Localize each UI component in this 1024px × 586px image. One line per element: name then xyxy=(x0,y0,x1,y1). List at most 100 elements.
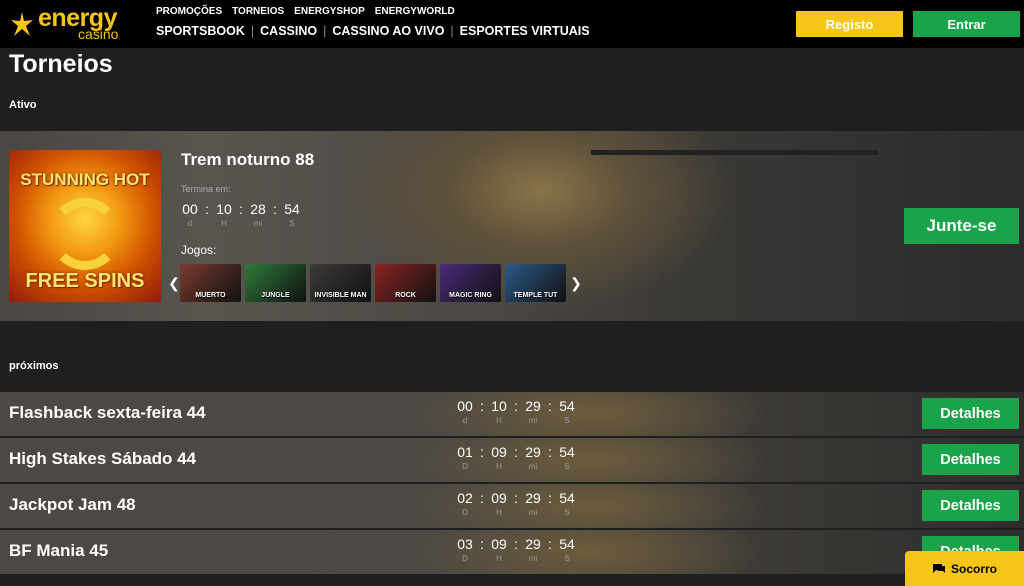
game-tile[interactable]: TEMPLE TUT xyxy=(505,264,566,302)
tournament-name: Trem noturno 88 xyxy=(181,150,315,169)
game-tile[interactable]: MAGIC RING xyxy=(440,264,501,302)
timer-hours-unit: H xyxy=(221,219,227,228)
upcoming-tournament-row: High Stakes Sábado 44 01 D:09 H:29 mi:54 S Det… xyxy=(0,438,1024,482)
timer-colon: : xyxy=(514,444,518,460)
details-button[interactable]: Detalhes xyxy=(922,490,1019,521)
thumbnail-ring-graphic xyxy=(49,198,121,270)
timer-hours-value: 10 xyxy=(491,398,507,414)
timer-days-value: 00 xyxy=(182,201,198,217)
thumbnail-subtitle: FREE SPINS xyxy=(25,270,145,292)
timer-seconds-unit: S xyxy=(564,416,570,425)
carousel-next-icon[interactable]: ❯ xyxy=(570,275,582,292)
timer-days: 00 d xyxy=(177,201,203,228)
timer-colon: : xyxy=(514,490,518,506)
timer-seconds-value: 54 xyxy=(559,444,575,460)
timer-hours: 10 H xyxy=(211,201,237,228)
timer-minutes-value: 29 xyxy=(525,490,541,506)
timer-hours-unit: H xyxy=(496,554,502,563)
timer-days-unit: D xyxy=(462,554,468,563)
timer-minutes: 29 mi xyxy=(520,536,546,563)
upcoming-tournament-row: Jackpot Jam 48 02 D:09 H:29 mi:54 S Detalhes xyxy=(0,484,1024,528)
details-button[interactable]: Detalhes xyxy=(922,398,1019,429)
timer-days-unit: D xyxy=(462,462,468,471)
countdown-timer: 02 D:09 H:29 mi:54 S xyxy=(452,490,580,517)
timer-days: 02 D xyxy=(452,490,478,517)
timer-colon: : xyxy=(548,490,552,506)
page-title: Torneios xyxy=(9,50,113,78)
nav-torneios[interactable]: TORNEIOS xyxy=(232,6,284,17)
game-tile-label: MUERTO xyxy=(195,292,226,299)
game-tile[interactable]: ROCK xyxy=(375,264,436,302)
game-tile-label: ROCK xyxy=(395,292,416,299)
game-tile-label: TEMPLE TUT xyxy=(513,292,558,299)
upcoming-tournament-name: High Stakes Sábado 44 xyxy=(9,449,197,468)
timer-days-unit: D xyxy=(462,508,468,517)
timer-seconds-unit: S xyxy=(564,554,570,563)
join-button[interactable]: Junte-se xyxy=(904,208,1019,244)
game-tile[interactable]: JUNGLE xyxy=(245,264,306,302)
timer-days-value: 00 xyxy=(457,398,473,414)
timer-colon: : xyxy=(205,201,209,217)
timer-hours: 09 H xyxy=(486,444,512,471)
game-tile[interactable]: INVISIBLE MAN xyxy=(310,264,371,302)
timer-days-value: 03 xyxy=(457,536,473,552)
upcoming-tournament-name: BF Mania 45 xyxy=(9,541,109,560)
timer-colon: : xyxy=(239,201,243,217)
register-button[interactable]: Registo xyxy=(796,11,903,37)
timer-days-unit: d xyxy=(462,416,468,425)
countdown-timer: 00 d:10 H:29 mi:54 S xyxy=(452,398,580,425)
help-button[interactable]: Socorro xyxy=(905,551,1024,586)
timer-hours-value: 09 xyxy=(491,444,507,460)
timer-seconds: 54 S xyxy=(279,201,305,228)
chat-icon xyxy=(932,563,945,573)
energy-casino-logo[interactable]: energy casino xyxy=(8,4,148,42)
timer-seconds-value: 54 xyxy=(284,201,300,217)
nav-energyworld[interactable]: ENERGYWORLD xyxy=(375,6,455,17)
timer-hours-value: 09 xyxy=(491,536,507,552)
timer-colon: : xyxy=(480,490,484,506)
upcoming-tournament-row: BF Mania 4503D:09H:29mi:54SDetalhes xyxy=(0,530,1024,574)
logo-star-icon xyxy=(11,12,33,36)
timer-days: 03 D xyxy=(452,536,478,563)
secondary-nav: SPORTSBOOK | CASSINO | CASSINO AO VIVO | ES… xyxy=(156,24,590,38)
timer-seconds-value: 54 xyxy=(559,536,575,552)
nav-cassino[interactable]: CASSINO xyxy=(260,24,317,38)
game-tile-label: MAGIC RING xyxy=(449,292,492,299)
upcoming-tournament-row: Flashback sexta-feira 44 00 d:10 H:29 mi:54 S… xyxy=(0,392,1024,436)
timer-minutes: 29 mi xyxy=(520,490,546,517)
login-button[interactable]: Entrar xyxy=(913,11,1020,37)
tournament-game-thumbnail[interactable]: STUNNING HOT FREE SPINS xyxy=(9,150,161,302)
carousel-prev-icon[interactable]: ❮ xyxy=(168,275,180,292)
nav-separator: | xyxy=(323,24,327,38)
games-label: Jogos: xyxy=(181,243,217,257)
timer-seconds-unit: S xyxy=(289,219,295,228)
countdown-timer: 00 d : 10 H : 28 mi : 54 S xyxy=(177,201,305,228)
timer-hours: 09 H xyxy=(486,490,512,517)
timer-seconds-unit: S xyxy=(564,508,570,517)
timer-minutes-unit: mi xyxy=(528,416,538,425)
timer-seconds: 54 S xyxy=(554,444,580,471)
game-tile[interactable]: MUERTO xyxy=(180,264,241,302)
nav-esportes-virtuais[interactable]: ESPORTES VIRTUAIS xyxy=(460,24,590,38)
active-section-heading: Ativo xyxy=(9,99,37,111)
timer-minutes-value: 29 xyxy=(525,398,541,414)
game-tile-label: INVISIBLE MAN xyxy=(314,292,367,299)
ends-label: Termina em: xyxy=(181,184,231,194)
countdown-timer: 03 D:09 H:29 mi:54 S xyxy=(452,536,580,563)
nav-sportsbook[interactable]: SPORTSBOOK xyxy=(156,24,245,38)
details-button[interactable]: Detalhes xyxy=(922,444,1019,475)
nav-energyshop[interactable]: ENERGYSHOP xyxy=(294,6,365,17)
timer-hours: 09 H xyxy=(486,536,512,563)
nav-promocoes[interactable]: PROMOÇÕES xyxy=(156,6,222,17)
timer-days: 00 d xyxy=(452,398,478,425)
logo-subtext: casino xyxy=(78,26,119,42)
thumbnail-title: STUNNING HOT xyxy=(20,170,150,189)
games-carousel: ❮ MUERTO JUNGLE INVISIBLE MAN ROCK MAGIC… xyxy=(168,264,582,302)
timer-minutes-unit: mi xyxy=(528,462,538,471)
tournament-progress-bar xyxy=(591,150,878,155)
timer-days: 01 D xyxy=(452,444,478,471)
timer-minutes-unit: mi xyxy=(528,508,538,517)
timer-colon: : xyxy=(548,536,552,552)
nav-cassino-ao-vivo[interactable]: CASSINO AO VIVO xyxy=(332,24,444,38)
timer-seconds-unit: S xyxy=(564,462,570,471)
